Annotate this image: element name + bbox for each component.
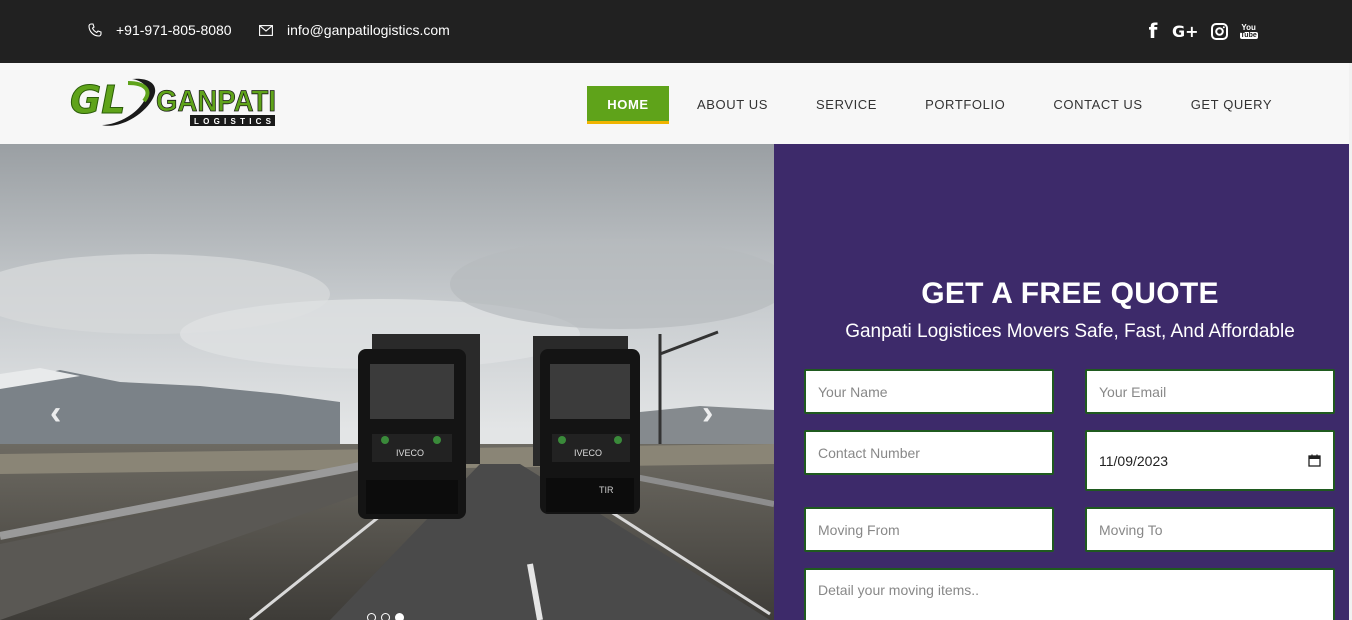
hero-slider: IVECO IVECO TIR ‹ ›	[0, 144, 774, 620]
name-field[interactable]: Your Name	[804, 369, 1054, 414]
youtube-you-text: You	[1241, 22, 1256, 32]
youtube-icon[interactable]: You Tube	[1239, 22, 1258, 39]
logo-name: GANPATI	[156, 85, 276, 118]
truck-right: IVECO TIR	[533, 336, 640, 514]
top-bar: +91-971-805-8080 info@ganpatilogistics.c…	[0, 0, 1352, 63]
phone-number: +91-971-805-8080	[116, 22, 232, 38]
youtube-tube-text: Tube	[1239, 31, 1258, 39]
nav-contact-us[interactable]: CONTACT US	[1053, 86, 1142, 124]
slider-next-icon[interactable]: ›	[702, 394, 713, 433]
slider-prev-icon[interactable]: ‹	[50, 394, 61, 433]
slider-dot-2[interactable]	[381, 613, 390, 620]
nav-portfolio[interactable]: PORTFOLIO	[925, 86, 1005, 124]
logo-initials: GL	[70, 78, 125, 122]
slider-dot-1[interactable]	[367, 613, 376, 620]
main-nav: HOME ABOUT US SERVICE PORTFOLIO CONTACT …	[587, 86, 1272, 124]
site-header: GL GANPATI LOGISTICS HOME ABOUT US SERVI…	[0, 63, 1352, 144]
quote-panel: GET A FREE QUOTE Ganpati Logistices Move…	[774, 144, 1349, 620]
moving-date-value: 11/09/2023	[1099, 452, 1169, 469]
ganpati-logo[interactable]: GL GANPATI LOGISTICS	[70, 73, 280, 135]
nav-service[interactable]: SERVICE	[816, 86, 877, 124]
truck-left-brand: IVECO	[396, 448, 424, 458]
email-address: info@ganpatilogistics.com	[287, 22, 450, 38]
email-field[interactable]: Your Email	[1085, 369, 1335, 414]
phone-contact[interactable]: +91-971-805-8080	[88, 22, 232, 38]
phone-icon	[88, 23, 102, 37]
social-links: f G+ You Tube	[1146, 19, 1258, 43]
truck-right-plate: TIR	[599, 485, 614, 495]
truck-left: IVECO	[358, 334, 480, 519]
truck-right-brand: IVECO	[574, 448, 602, 458]
instagram-icon[interactable]	[1210, 22, 1228, 40]
hero-image: IVECO IVECO TIR	[0, 144, 774, 620]
google-plus-icon[interactable]: G+	[1172, 22, 1199, 41]
contact-number-field[interactable]: Contact Number	[804, 430, 1054, 475]
slider-dots	[367, 613, 404, 620]
nav-about-us[interactable]: ABOUT US	[697, 86, 768, 124]
calendar-icon[interactable]	[1308, 454, 1321, 467]
logo-tagline: LOGISTICS	[194, 117, 272, 126]
quote-title: GET A FREE QUOTE	[921, 277, 1219, 310]
quote-subtitle: Ganpati Logistices Movers Safe, Fast, An…	[845, 321, 1295, 342]
moving-items-textarea[interactable]: Detail your moving items..	[804, 568, 1335, 620]
email-contact[interactable]: info@ganpatilogistics.com	[259, 22, 450, 38]
nav-get-query[interactable]: GET QUERY	[1191, 86, 1273, 124]
facebook-icon[interactable]: f	[1146, 19, 1160, 43]
moving-date-field[interactable]: 11/09/2023	[1085, 430, 1335, 491]
logo-graphic: GL GANPATI LOGISTICS	[70, 78, 276, 126]
moving-to-field[interactable]: Moving To	[1085, 507, 1335, 552]
moving-from-field[interactable]: Moving From	[804, 507, 1054, 552]
envelope-icon	[259, 24, 273, 36]
nav-home[interactable]: HOME	[587, 86, 669, 124]
slider-dot-3[interactable]	[395, 613, 404, 620]
